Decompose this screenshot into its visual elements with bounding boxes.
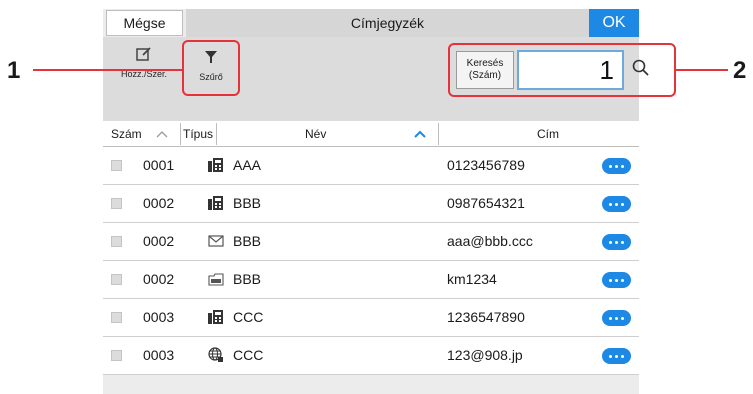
row-checkbox[interactable] (111, 312, 122, 323)
search-button[interactable] (626, 52, 656, 88)
sort-ascending-icon (414, 130, 426, 138)
search-key-line1: Keresés (466, 58, 504, 69)
column-type-label: Típus (183, 126, 214, 141)
more-options-button[interactable] (602, 310, 631, 326)
list-footer (103, 379, 639, 394)
filter-label: Szűrő (199, 72, 223, 82)
table-row[interactable]: 0002 BBB aaa@bbb.ccc (103, 223, 639, 261)
row-number: 0001 (143, 157, 175, 173)
row-number: 0002 (143, 233, 175, 249)
row-checkbox[interactable] (111, 350, 122, 361)
row-number: 0003 (143, 347, 175, 363)
row-address: 0123456789 (447, 157, 525, 173)
search-icon (632, 59, 650, 82)
row-checkbox[interactable] (111, 160, 122, 171)
column-name-header[interactable]: Név (305, 121, 326, 146)
sort-up-icon (156, 130, 168, 138)
row-address: 1236547890 (447, 309, 525, 325)
row-name: BBB (233, 271, 262, 287)
cancel-button[interactable]: Mégse (106, 10, 183, 36)
more-options-button[interactable] (602, 234, 631, 250)
table-header: Szám Típus Név Cím (103, 121, 639, 147)
callout-line-1 (33, 69, 182, 71)
column-number-header[interactable]: Szám (111, 121, 168, 146)
fax-icon (207, 195, 225, 211)
column-divider (216, 123, 217, 145)
row-address: km1234 (447, 271, 497, 287)
add-edit-button[interactable]: Hozz./Szer. (114, 43, 174, 79)
globe-icon (207, 347, 225, 363)
row-address: 123@908.jp (447, 347, 523, 363)
column-address-header[interactable]: Cím (537, 121, 559, 146)
row-name: CCC (233, 347, 264, 363)
email-icon (207, 233, 225, 249)
column-divider (180, 123, 181, 145)
column-divider (438, 123, 439, 145)
smb-icon (207, 271, 225, 287)
name-sort-button[interactable] (414, 121, 426, 146)
table-row[interactable]: 0002 BBB km1234 (103, 261, 639, 299)
row-checkbox[interactable] (111, 236, 122, 247)
fax-icon (207, 157, 225, 173)
row-address: 0987654321 (447, 195, 525, 211)
table-row[interactable]: 0001 AAA 0123456789 (103, 147, 639, 185)
callout-number-1: 1 (7, 57, 21, 84)
more-options-button[interactable] (602, 348, 631, 364)
row-number: 0003 (143, 309, 175, 325)
table-row[interactable]: 0002 BBB 0987654321 (103, 185, 639, 223)
row-checkbox[interactable] (111, 198, 122, 209)
column-name-label: Név (305, 126, 327, 141)
row-number: 0002 (143, 271, 175, 287)
row-checkbox[interactable] (111, 274, 122, 285)
page-title: Címjegyzék (186, 9, 589, 37)
table-row[interactable]: 0003 CCC 1236547890 (103, 299, 639, 337)
filter-icon (204, 46, 218, 68)
search-input[interactable] (517, 50, 624, 90)
column-type-header[interactable]: Típus (183, 121, 213, 146)
row-name: CCC (233, 309, 264, 325)
filter-button[interactable]: Szűrő (181, 46, 241, 82)
callout-line-2 (676, 69, 728, 71)
callout-number-2: 2 (733, 57, 747, 84)
row-name: AAA (233, 157, 262, 173)
table-row[interactable]: 0003 CCC 123@908.jp (103, 337, 639, 375)
more-options-button[interactable] (602, 272, 631, 288)
more-options-button[interactable] (602, 158, 631, 174)
column-address-label: Cím (537, 126, 559, 141)
row-number: 0002 (143, 195, 175, 211)
edit-icon (135, 43, 153, 65)
row-address: aaa@bbb.ccc (447, 233, 533, 249)
more-options-button[interactable] (602, 196, 631, 212)
fax-icon (207, 309, 225, 325)
search-key-button[interactable]: Keresés (Szám) (456, 51, 514, 89)
ok-button[interactable]: OK (589, 9, 639, 37)
search-key-line2: (Szám) (468, 70, 502, 81)
row-name: BBB (233, 195, 262, 211)
row-name: BBB (233, 233, 262, 249)
column-number-label: Szám (111, 126, 142, 141)
